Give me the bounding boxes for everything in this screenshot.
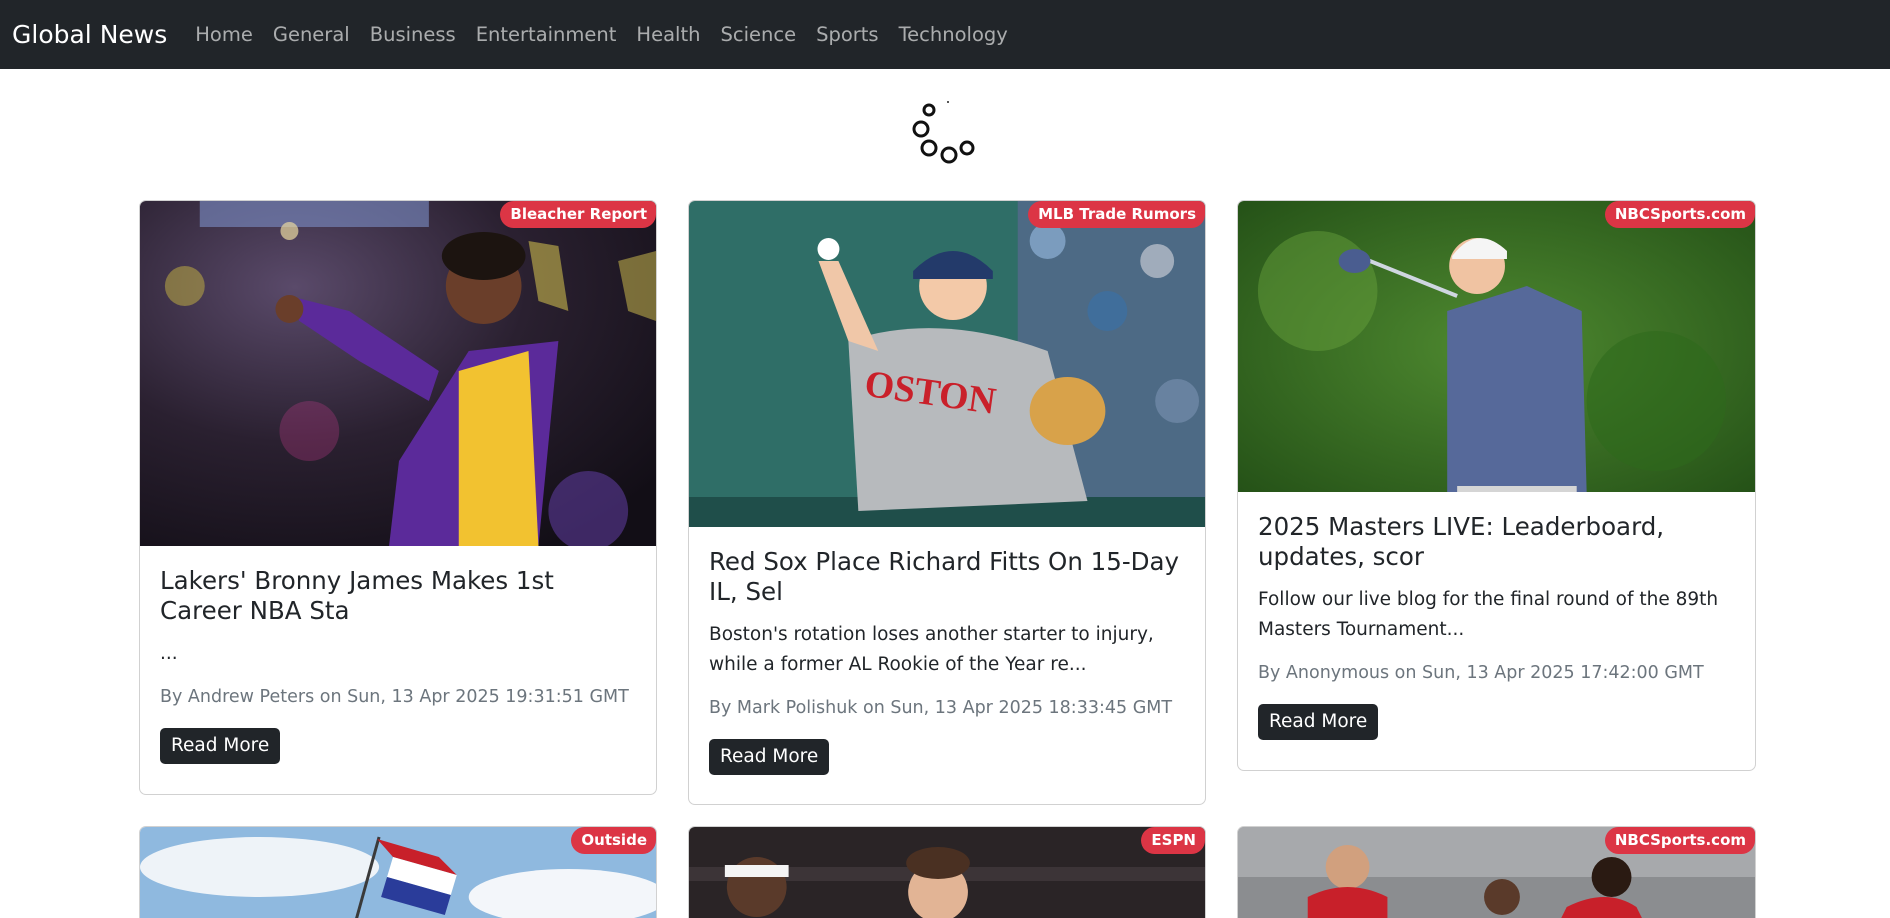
card-body: Red Sox Place Richard Fitts On 15-Day IL… xyxy=(689,527,1205,795)
article-image[interactable]: Bleacher Report xyxy=(140,201,656,546)
article-title[interactable]: 2025 Masters LIVE: Leaderboard, updates,… xyxy=(1258,512,1735,572)
article-card: Bleacher Report Lakers' Bronny James Mak… xyxy=(139,200,657,795)
read-more-button[interactable]: Read More xyxy=(1258,704,1379,740)
article-image[interactable]: NBCSports.com xyxy=(1238,827,1755,918)
read-more-button[interactable]: Read More xyxy=(709,739,830,775)
article-card: OSTON MLB Trade Rumors Red Sox Place Ric… xyxy=(688,200,1206,805)
source-badge: MLB Trade Rumors xyxy=(1028,201,1205,228)
nav-link-technology[interactable]: Technology xyxy=(899,23,1008,46)
card-body: Lakers' Bronny James Makes 1st Career NB… xyxy=(140,546,656,784)
article-card: NBCSports.com xyxy=(1237,826,1756,918)
article-image[interactable]: ESPN xyxy=(689,827,1205,918)
nav-link-home[interactable]: Home xyxy=(195,23,253,46)
source-badge: NBCSports.com xyxy=(1604,201,1755,228)
article-card: ESPN xyxy=(688,826,1206,918)
article-title[interactable]: Lakers' Bronny James Makes 1st Career NB… xyxy=(160,566,636,626)
article-card: Outside xyxy=(139,826,657,918)
loading-spinner-icon xyxy=(912,101,975,164)
article-image[interactable]: OSTON MLB Trade Rumors xyxy=(689,201,1205,527)
nav-link-entertainment[interactable]: Entertainment xyxy=(476,23,617,46)
article-image[interactable]: Outside xyxy=(140,827,656,918)
nav-link-general[interactable]: General xyxy=(273,23,350,46)
article-meta: By Anonymous on Sun, 13 Apr 2025 17:42:0… xyxy=(1258,663,1704,683)
nav-link-sports[interactable]: Sports xyxy=(816,23,879,46)
brand-logo[interactable]: Global News xyxy=(12,20,167,49)
nav-link-health[interactable]: Health xyxy=(636,23,700,46)
article-image[interactable]: NBCSports.com xyxy=(1238,201,1755,492)
source-badge: NBCSports.com xyxy=(1604,827,1755,854)
article-title[interactable]: Red Sox Place Richard Fitts On 15-Day IL… xyxy=(709,547,1185,607)
article-description: Follow our live blog for the final round… xyxy=(1258,589,1719,640)
navbar: Global News Home General Business Entert… xyxy=(0,0,1890,69)
card-body: 2025 Masters LIVE: Leaderboard, updates,… xyxy=(1238,492,1755,760)
read-more-button[interactable]: Read More xyxy=(160,728,281,764)
article-meta: By Mark Polishuk on Sun, 13 Apr 2025 18:… xyxy=(709,698,1173,718)
source-badge: Outside xyxy=(571,827,656,854)
nav-link-business[interactable]: Business xyxy=(370,23,456,46)
source-badge: ESPN xyxy=(1141,827,1205,854)
article-description: ... xyxy=(160,643,178,664)
article-description: Boston's rotation loses another starter … xyxy=(709,624,1154,675)
article-meta: By Andrew Peters on Sun, 13 Apr 2025 19:… xyxy=(160,687,629,707)
nav-link-science[interactable]: Science xyxy=(720,23,796,46)
article-card: NBCSports.com 2025 Masters LIVE: Leaderb… xyxy=(1237,200,1756,771)
source-badge: Bleacher Report xyxy=(500,201,656,228)
